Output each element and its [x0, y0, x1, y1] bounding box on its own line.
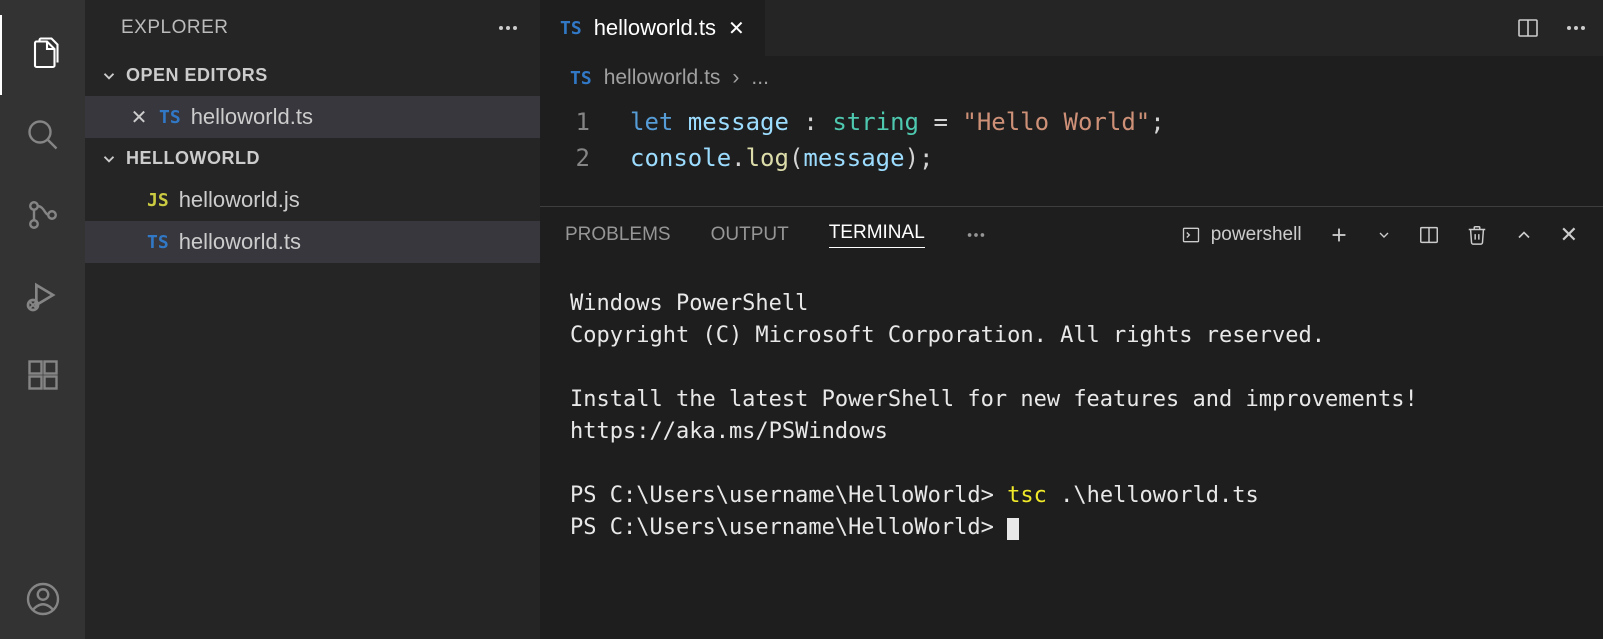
term-arg: .\helloworld.ts — [1047, 483, 1259, 508]
sidebar-title: EXPLORER — [121, 17, 228, 39]
main-area: TS helloworld.ts ✕ TS helloworld.ts › ..… — [540, 0, 1603, 639]
breadcrumb-sep: › — [732, 66, 739, 90]
file-name: helloworld.ts — [179, 229, 301, 255]
term-line: Install the latest PowerShell for new fe… — [570, 387, 1418, 412]
close-icon[interactable]: ✕ — [728, 16, 745, 41]
section-label: HELLOWORLD — [126, 148, 260, 169]
trash-icon[interactable] — [1466, 224, 1488, 246]
line-number: 1 — [540, 104, 630, 140]
activity-bar — [0, 0, 85, 639]
editor-tabs: TS helloworld.ts ✕ — [540, 0, 1603, 56]
terminal-name: powershell — [1211, 224, 1302, 246]
file-item-js[interactable]: JS helloworld.js — [85, 179, 540, 221]
activity-files-icon[interactable] — [0, 15, 85, 95]
code-editor[interactable]: 1let message : string = "Hello World";2c… — [540, 100, 1603, 206]
tab-output[interactable]: OUTPUT — [711, 224, 789, 246]
activity-search-icon[interactable] — [0, 95, 85, 175]
section-folder[interactable]: HELLOWORLD — [85, 138, 540, 179]
breadcrumb-file: helloworld.ts — [604, 66, 721, 90]
close-panel-icon[interactable]: ✕ — [1560, 222, 1578, 248]
chevron-down-icon[interactable] — [1376, 227, 1392, 243]
activity-debug-icon[interactable] — [0, 255, 85, 335]
close-icon[interactable]: ✕ — [129, 105, 149, 130]
cursor-icon — [1007, 518, 1019, 540]
file-item-ts[interactable]: TS helloworld.ts — [85, 221, 540, 263]
section-open-editors[interactable]: OPEN EDITORS — [85, 55, 540, 96]
file-name: helloworld.js — [179, 187, 300, 213]
activity-account-icon[interactable] — [0, 559, 85, 639]
breadcrumb-tail: ... — [751, 66, 769, 90]
sidebar: EXPLORER OPEN EDITORS ✕ TS helloworld.ts… — [85, 0, 540, 639]
file-name: helloworld.ts — [191, 104, 313, 130]
open-editor-item[interactable]: ✕ TS helloworld.ts — [85, 96, 540, 138]
editor-tab[interactable]: TS helloworld.ts ✕ — [540, 0, 765, 56]
tab-terminal[interactable]: TERMINAL — [829, 222, 925, 248]
sidebar-more-icon[interactable] — [496, 16, 520, 40]
term-cmd: tsc — [1007, 483, 1047, 508]
term-prompt: PS C:\Users\username\HelloWorld> — [570, 483, 1007, 508]
activity-extensions-icon[interactable] — [0, 335, 85, 415]
more-icon[interactable] — [965, 224, 987, 246]
ts-badge-icon: TS — [560, 18, 582, 39]
tab-problems[interactable]: PROBLEMS — [565, 224, 671, 246]
term-prompt: PS C:\Users\username\HelloWorld> — [570, 515, 1007, 540]
new-terminal-icon[interactable] — [1328, 224, 1350, 246]
terminal[interactable]: Windows PowerShell Copyright (C) Microso… — [540, 263, 1603, 639]
more-icon[interactable] — [1564, 16, 1588, 40]
ts-badge-icon: TS — [147, 232, 169, 253]
term-line: https://aka.ms/PSWindows — [570, 419, 888, 444]
chevron-up-icon[interactable] — [1514, 225, 1534, 245]
tab-label: helloworld.ts — [594, 15, 716, 41]
section-label: OPEN EDITORS — [126, 65, 268, 86]
js-badge-icon: JS — [147, 190, 169, 211]
line-number: 2 — [540, 140, 630, 176]
ts-badge-icon: TS — [159, 107, 181, 128]
sidebar-header: EXPLORER — [85, 0, 540, 55]
panel-tabs: PROBLEMS OUTPUT TERMINAL powershell — [540, 207, 1603, 263]
activity-scm-icon[interactable] — [0, 175, 85, 255]
ts-badge-icon: TS — [570, 68, 592, 89]
term-line: Copyright (C) Microsoft Corporation. All… — [570, 323, 1325, 348]
terminal-selector[interactable]: powershell — [1181, 224, 1302, 246]
split-terminal-icon[interactable] — [1418, 224, 1440, 246]
term-line: Windows PowerShell — [570, 291, 808, 316]
bottom-panel: PROBLEMS OUTPUT TERMINAL powershell — [540, 206, 1603, 639]
code-content[interactable]: let message : string = "Hello World"; — [630, 104, 1165, 140]
code-content[interactable]: console.log(message); — [630, 140, 933, 176]
breadcrumb[interactable]: TS helloworld.ts › ... — [540, 56, 1603, 100]
split-editor-icon[interactable] — [1516, 16, 1540, 40]
